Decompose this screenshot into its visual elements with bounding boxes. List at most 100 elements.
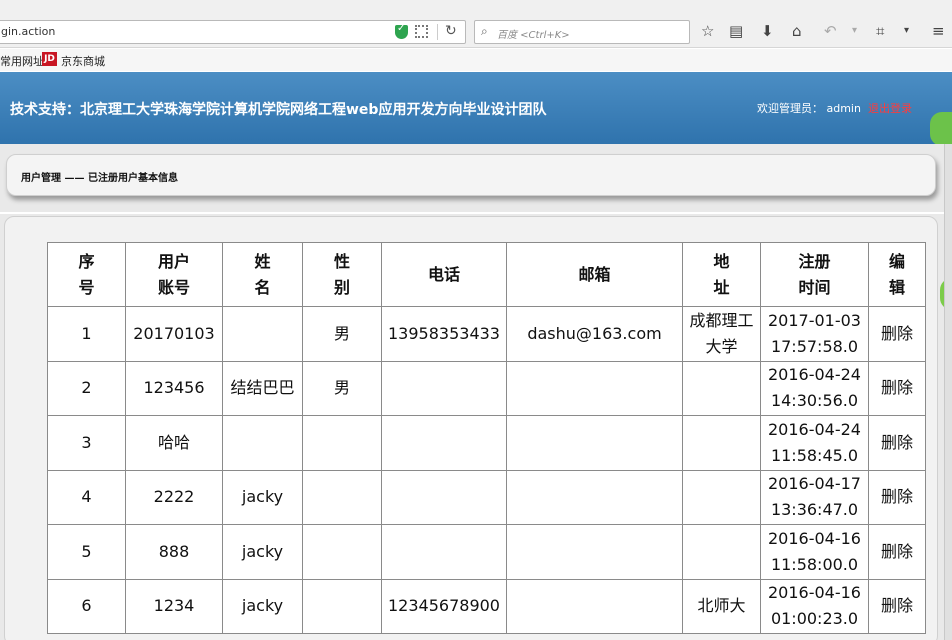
cell-email — [506, 578, 683, 634]
delete-link[interactable]: 删除 — [868, 524, 926, 580]
address-bar[interactable]: gin.action ↻ — [0, 20, 466, 44]
cell-email: dashu@163.com — [506, 306, 683, 362]
cell-gender — [302, 524, 382, 580]
cell-address: 北师大 — [682, 578, 761, 634]
shield-icon[interactable] — [395, 23, 408, 39]
cell-address: 成都理工大学 — [682, 306, 761, 362]
table-header-row: 序号 用户 账号 姓名 性别 电话 邮箱 地址 注册 时间 编辑 — [47, 242, 926, 307]
header-account: 用户 账号 — [125, 242, 223, 307]
cell-phone — [381, 360, 507, 416]
cell-phone — [381, 415, 507, 471]
breadcrumb: 用户管理 —— 已注册用户基本信息 — [6, 154, 936, 196]
cell-seq: 5 — [47, 524, 126, 580]
header-email: 邮箱 — [506, 242, 683, 307]
cell-name: jacky — [222, 469, 303, 525]
cell-address — [682, 415, 761, 471]
qr-code-icon[interactable] — [415, 25, 428, 38]
delete-link[interactable]: 删除 — [868, 360, 926, 416]
cell-gender: 男 — [302, 360, 382, 416]
cell-name: 结结巴巴 — [222, 360, 303, 416]
table-row: 6 1234 jacky 12345678900 北师大 2016-04-16 … — [47, 578, 926, 634]
app-header: 技术支持：北京理工大学珠海学院计算机学院网络工程web应用开发方向毕业设计团队 … — [0, 72, 952, 144]
table-row: 3 哈哈 2016-04-24 11:58:45.0 删除 — [47, 415, 926, 471]
cell-account: 20170103 — [125, 306, 223, 362]
cell-reg-time: 2016-04-17 13:36:47.0 — [760, 469, 869, 525]
chevron-down-icon[interactable]: ▾ — [904, 22, 909, 40]
divider — [437, 24, 438, 40]
search-icon: ⌕ — [481, 24, 488, 38]
cell-name: jacky — [222, 578, 303, 634]
cell-address — [682, 360, 761, 416]
page-scrollbar[interactable] — [944, 144, 952, 640]
bookmark-common-sites[interactable]: 常用网址 — [0, 53, 44, 69]
header-edit: 编辑 — [868, 242, 926, 307]
table-row: 2 123456 结结巴巴 男 2016-04-24 14:30:56.0 删除 — [47, 360, 926, 416]
address-url: gin.action — [1, 25, 56, 38]
cell-email — [506, 469, 683, 525]
header-phone: 电话 — [381, 242, 507, 307]
delete-link[interactable]: 删除 — [868, 469, 926, 525]
cell-gender: 男 — [302, 306, 382, 362]
cell-name: jacky — [222, 524, 303, 580]
cell-seq: 2 — [47, 360, 126, 416]
cell-reg-time: 2017-01-03 17:57:58.0 — [760, 306, 869, 362]
table-row: 5 888 jacky 2016-04-16 11:58:00.0 删除 — [47, 524, 926, 580]
cell-account: 123456 — [125, 360, 223, 416]
header-address: 地址 — [682, 242, 761, 307]
cell-gender — [302, 578, 382, 634]
delete-link[interactable]: 删除 — [868, 306, 926, 362]
cell-reg-time: 2016-04-16 01:00:23.0 — [760, 578, 869, 634]
search-input[interactable]: ⌕ 百度 <Ctrl+K> — [474, 20, 690, 44]
search-placeholder: 百度 <Ctrl+K> — [497, 30, 570, 41]
cell-phone: 13958353433 — [381, 306, 507, 362]
table-row: 4 2222 jacky 2016-04-17 13:36:47.0 删除 — [47, 469, 926, 525]
cell-seq: 1 — [47, 306, 126, 362]
cell-name — [222, 306, 303, 362]
header-gender: 性别 — [302, 242, 382, 307]
cell-email — [506, 415, 683, 471]
reload-icon[interactable]: ↻ — [445, 23, 457, 39]
cell-email — [506, 360, 683, 416]
logout-link[interactable]: 退出登录 — [868, 100, 912, 116]
header-reg-time: 注册 时间 — [760, 242, 869, 307]
cell-seq: 4 — [47, 469, 126, 525]
cell-account: 2222 — [125, 469, 223, 525]
cell-phone — [381, 469, 507, 525]
jd-logo-icon: JD — [42, 52, 57, 66]
page-title: 技术支持：北京理工大学珠海学院计算机学院网络工程web应用开发方向毕业设计团队 — [10, 102, 547, 118]
menu-icon[interactable]: ≡ — [932, 22, 945, 40]
breadcrumb-text: 用户管理 —— 已注册用户基本信息 — [21, 173, 178, 184]
header-name: 姓名 — [222, 242, 303, 307]
cell-seq: 6 — [47, 578, 126, 634]
bookmark-jd-mall[interactable]: 京东商城 — [61, 53, 105, 69]
bookmark-star-icon[interactable]: ☆ — [701, 22, 714, 40]
cell-account: 1234 — [125, 578, 223, 634]
cell-name — [222, 415, 303, 471]
cell-reg-time: 2016-04-16 11:58:00.0 — [760, 524, 869, 580]
delete-link[interactable]: 删除 — [868, 415, 926, 471]
header-seq: 序号 — [47, 242, 126, 307]
cell-email — [506, 524, 683, 580]
table-row: 1 20170103 男 13958353433 dashu@163.com 成… — [47, 306, 926, 362]
cell-address — [682, 524, 761, 580]
cell-phone: 12345678900 — [381, 578, 507, 634]
cell-seq: 3 — [47, 415, 126, 471]
cell-gender — [302, 415, 382, 471]
download-icon[interactable]: ⬇ — [761, 22, 774, 40]
floating-assistant-icon[interactable] — [930, 112, 952, 146]
browser-toolbar: gin.action ↻ ⌕ 百度 <Ctrl+K> ☆ ▤ ⬇ ⌂ ↶ ▾ ⌗… — [0, 0, 952, 48]
bookmarks-bar: 常用网址 JD 京东商城 — [0, 49, 952, 71]
reading-list-icon[interactable]: ▤ — [729, 22, 743, 40]
cell-account: 888 — [125, 524, 223, 580]
cell-phone — [381, 524, 507, 580]
cell-address — [682, 469, 761, 525]
delete-link[interactable]: 删除 — [868, 578, 926, 634]
cell-account: 哈哈 — [125, 415, 223, 471]
cell-reg-time: 2016-04-24 11:58:45.0 — [760, 415, 869, 471]
screenshot-crop-icon[interactable]: ⌗ — [876, 22, 884, 40]
chevron-down-icon[interactable]: ▾ — [852, 22, 857, 40]
welcome-text: 欢迎管理员： admin — [757, 102, 861, 115]
cell-reg-time: 2016-04-24 14:30:56.0 — [760, 360, 869, 416]
undo-icon[interactable]: ↶ — [824, 22, 837, 40]
home-icon[interactable]: ⌂ — [792, 22, 802, 40]
